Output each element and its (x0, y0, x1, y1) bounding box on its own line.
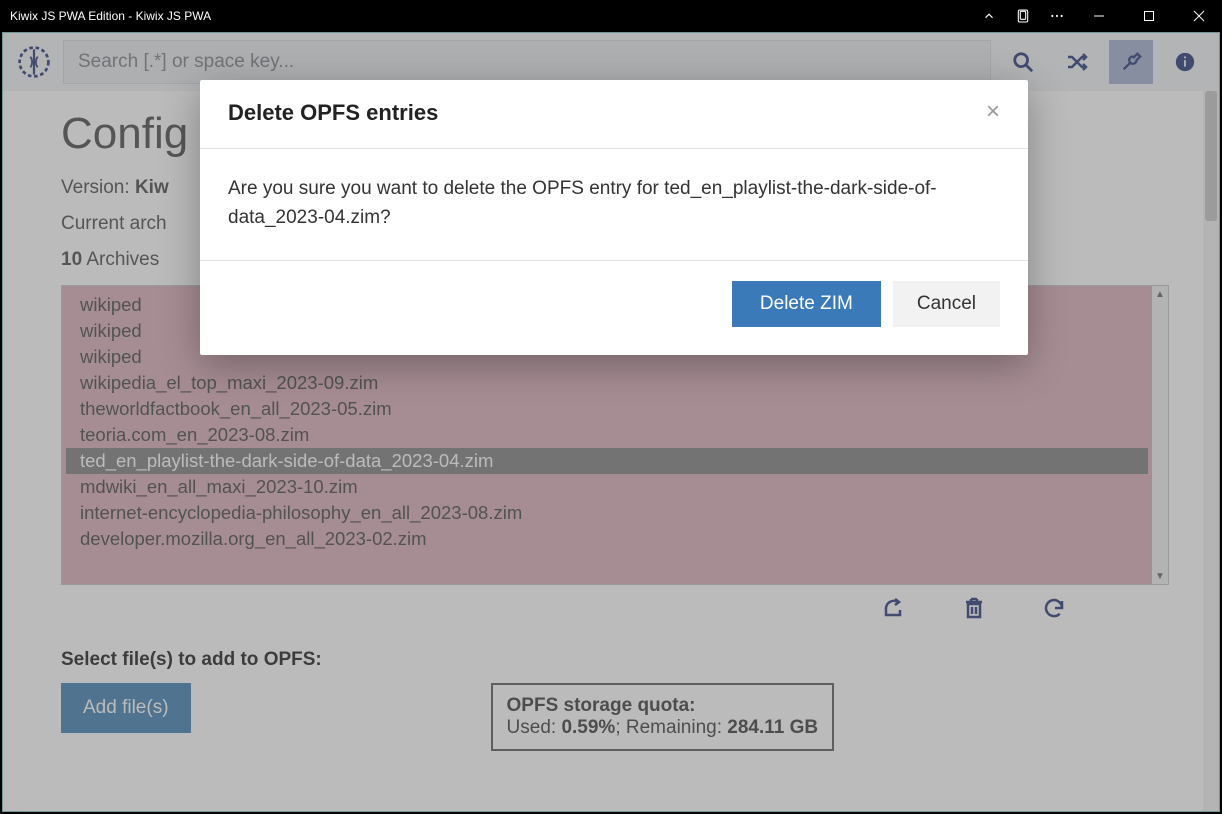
modal-close-icon[interactable]: × (986, 100, 1000, 124)
window-minimize-button[interactable] (1076, 0, 1122, 32)
titlebar-chevron-icon[interactable] (974, 0, 1004, 32)
window-close-button[interactable] (1176, 0, 1222, 32)
window-title: Kiwix JS PWA Edition - Kiwix JS PWA (10, 9, 211, 23)
titlebar-more-icon[interactable] (1042, 0, 1072, 32)
window-maximize-button[interactable] (1126, 0, 1172, 32)
modal-body: Are you sure you want to delete the OPFS… (200, 149, 1028, 261)
delete-modal: Delete OPFS entries × Are you sure you w… (200, 80, 1028, 355)
cancel-button[interactable]: Cancel (893, 281, 1000, 327)
modal-title: Delete OPFS entries (228, 100, 438, 126)
window-titlebar: Kiwix JS PWA Edition - Kiwix JS PWA (0, 0, 1222, 32)
titlebar-tablet-icon[interactable] (1008, 0, 1038, 32)
delete-zim-button[interactable]: Delete ZIM (732, 281, 881, 327)
